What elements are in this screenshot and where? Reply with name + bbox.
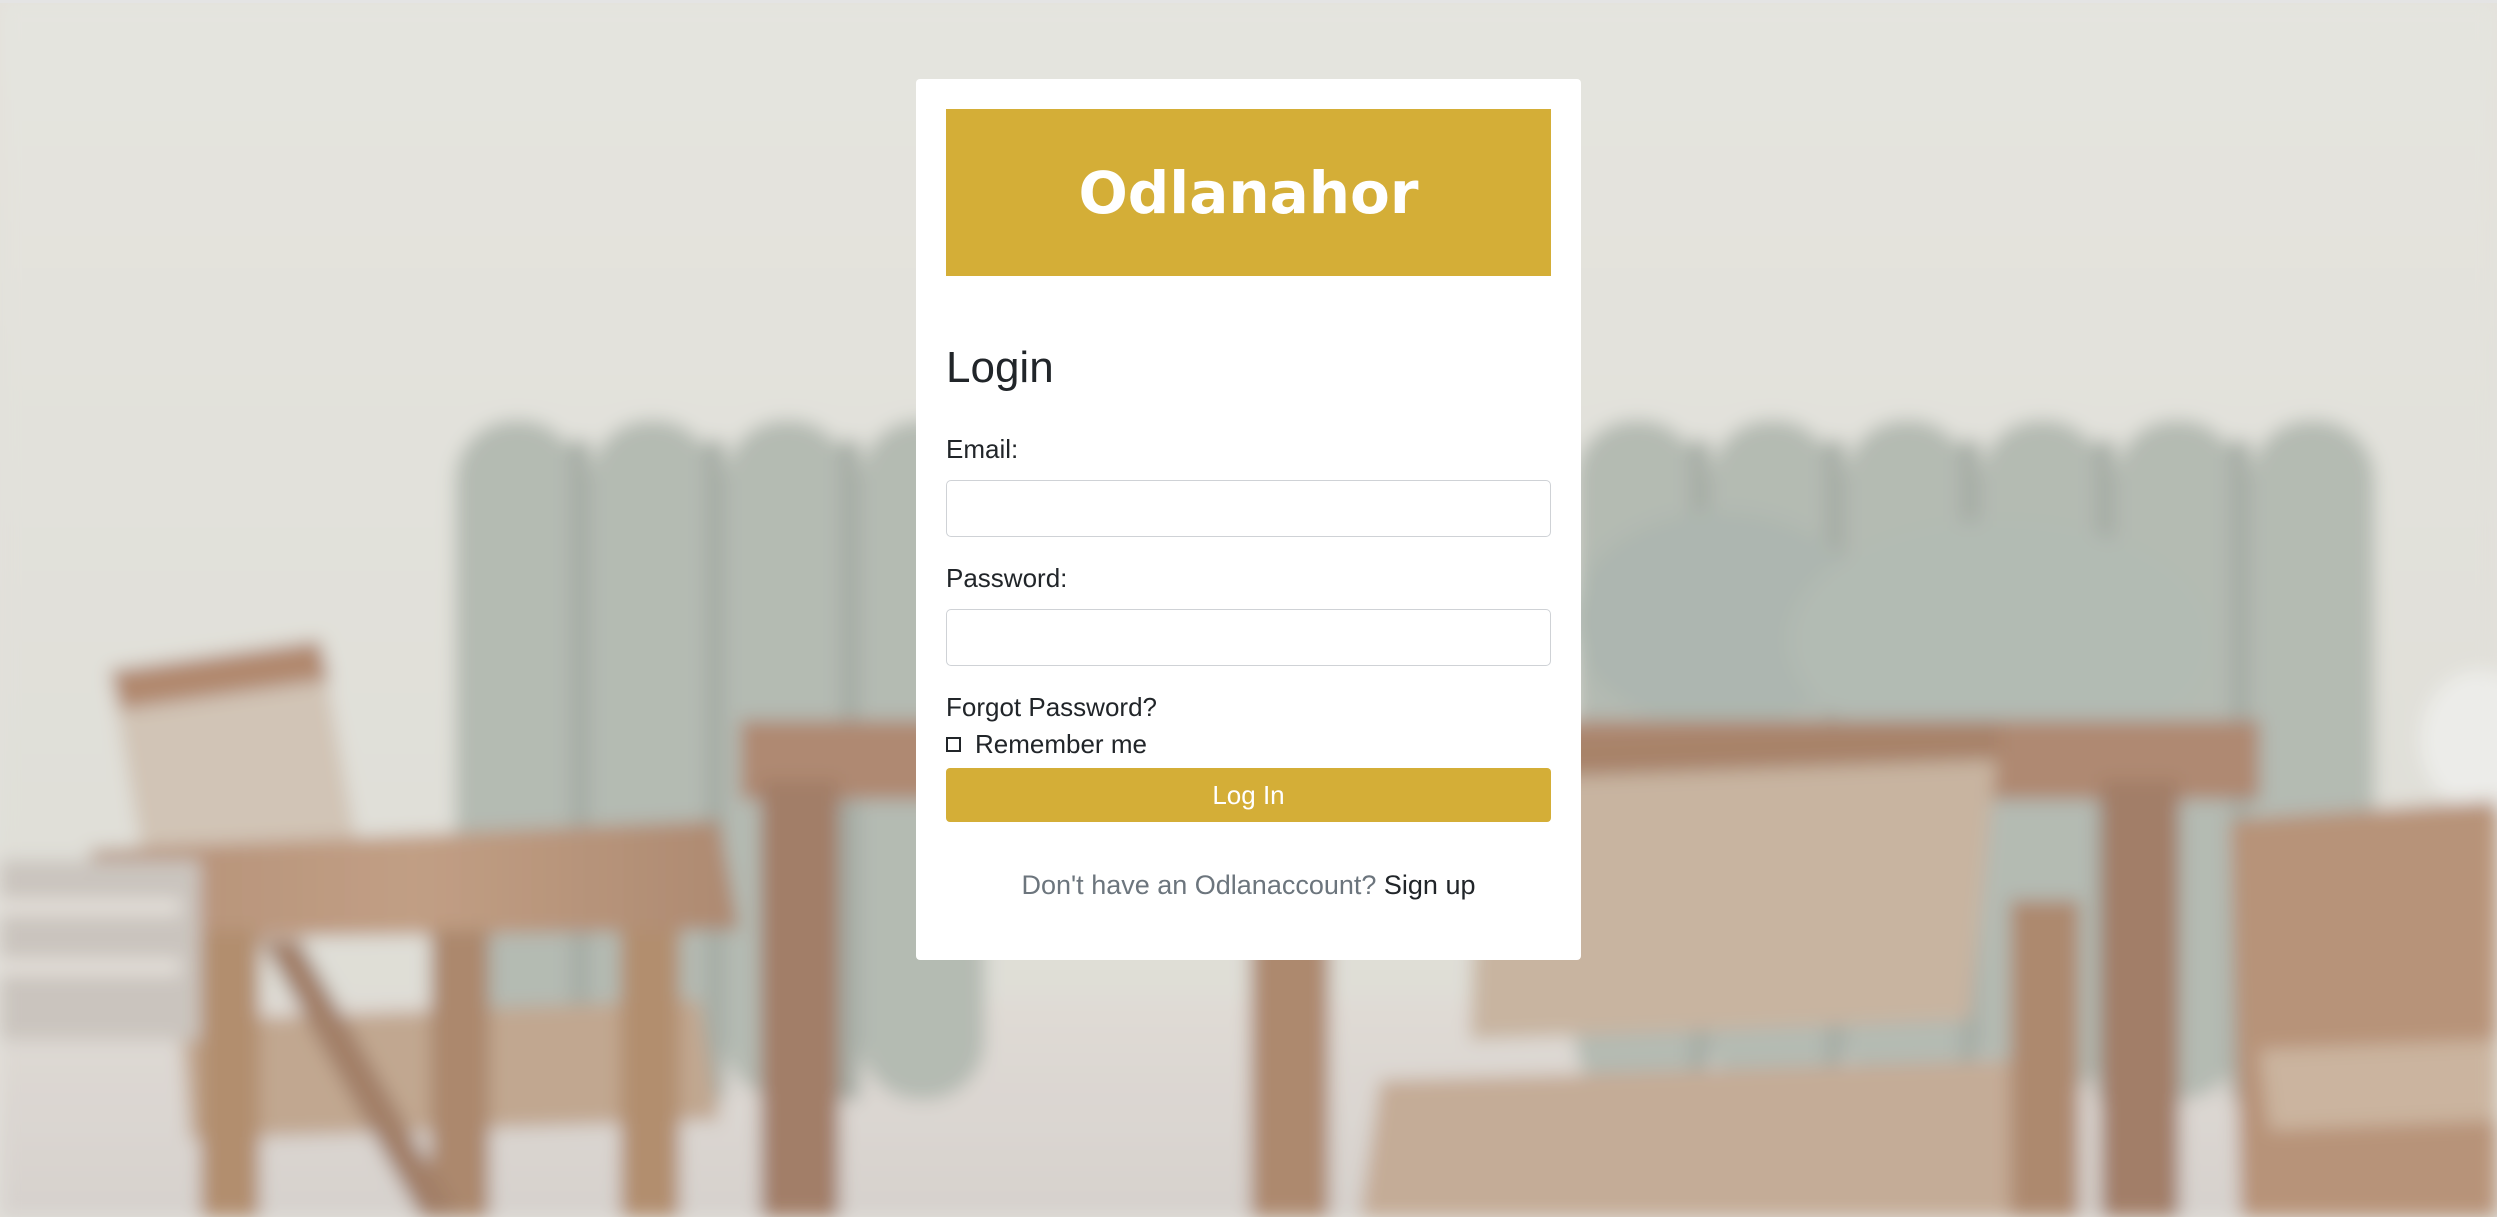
forgot-password-link[interactable]: Forgot Password?: [946, 692, 1157, 723]
brand-banner: Odlanahor: [946, 109, 1551, 276]
email-field[interactable]: [946, 480, 1551, 537]
login-card: Odlanahor Login Email: Password: Forgot …: [916, 79, 1581, 960]
remember-me-checkbox[interactable]: [946, 737, 961, 752]
login-heading: Login: [946, 343, 1054, 392]
email-label: Email:: [946, 434, 1019, 464]
remember-me-label[interactable]: Remember me: [975, 729, 1147, 760]
brand-logo-text: Odlanahor: [1078, 158, 1419, 227]
remember-me-row: Remember me: [946, 729, 1147, 760]
signup-link[interactable]: Sign up: [1384, 870, 1476, 900]
signup-prompt: Don't have an Odlanaccount?: [1021, 870, 1384, 900]
password-field[interactable]: [946, 609, 1551, 666]
password-label: Password:: [946, 563, 1068, 593]
signup-row: Don't have an Odlanaccount? Sign up: [916, 870, 1581, 901]
login-button[interactable]: Log In: [946, 768, 1551, 822]
browser-top-edge: [0, 0, 2497, 3]
